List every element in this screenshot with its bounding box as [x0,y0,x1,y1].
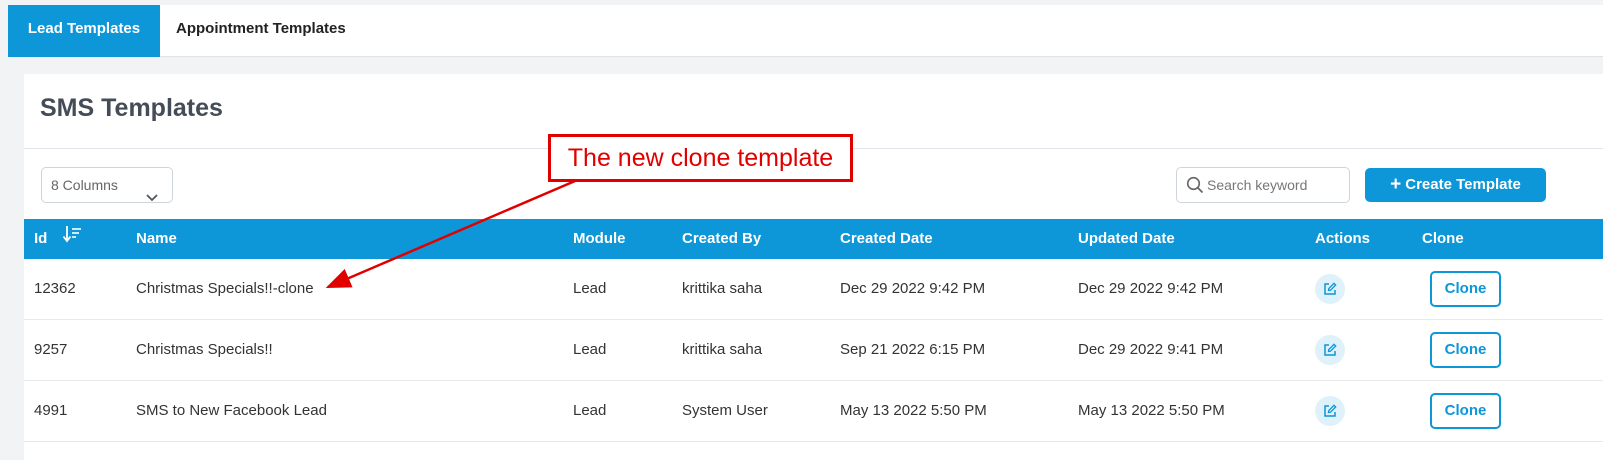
annotation-arrow [325,179,576,289]
annotation-callout: The new clone template [548,134,853,182]
